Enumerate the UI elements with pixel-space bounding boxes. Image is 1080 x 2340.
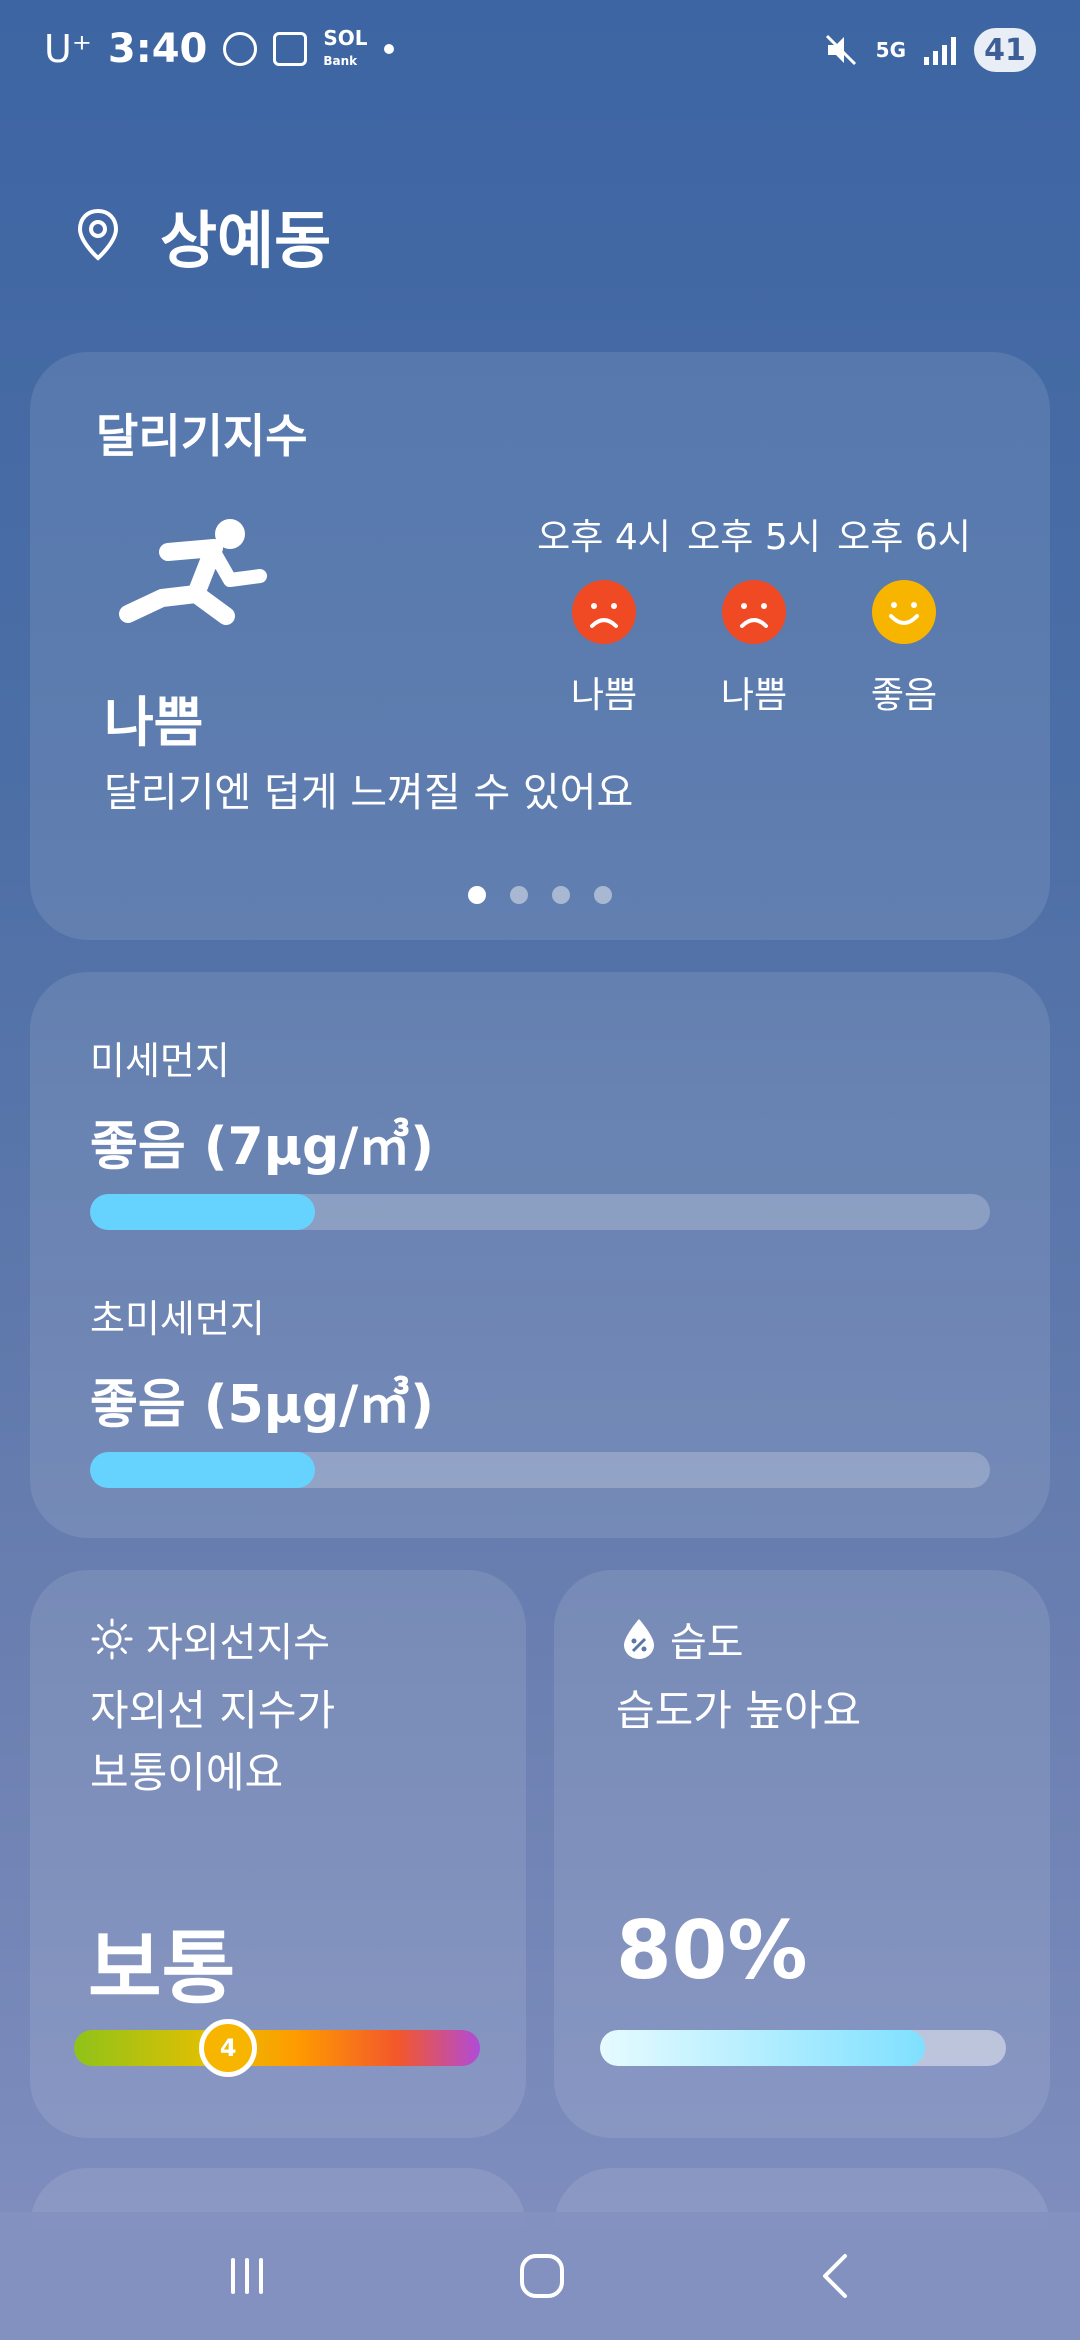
forecast-time: 오후 4시 bbox=[537, 517, 671, 558]
running-index-title: 달리기지수 bbox=[96, 409, 308, 463]
network-type-label: 5G bbox=[875, 38, 906, 62]
pm25-value: 좋음 (5µg/㎥) bbox=[90, 1375, 434, 1435]
home-icon[interactable] bbox=[518, 2252, 566, 2300]
pm10-bar-fill bbox=[90, 1194, 315, 1230]
water-drop-icon bbox=[624, 1619, 654, 1659]
forecast-hour: 오후 5시 나쁨 bbox=[674, 508, 834, 718]
humidity-bar bbox=[600, 2030, 1006, 2066]
uv-value: 보통 bbox=[88, 1922, 236, 2015]
forecast-label: 좋음 bbox=[870, 675, 938, 716]
page-dot[interactable] bbox=[510, 886, 528, 904]
forecast-label: 나쁨 bbox=[720, 675, 788, 716]
page-indicator[interactable] bbox=[468, 886, 612, 904]
location-header[interactable]: 상예동 bbox=[76, 190, 331, 280]
humidity-title: 습도 bbox=[620, 1610, 744, 1668]
pm25-label: 초미세먼지 bbox=[90, 1297, 265, 1341]
clock: 3:40 bbox=[107, 26, 208, 72]
humidity-description: 습도가 높아요 bbox=[616, 1686, 862, 1735]
pm10-bar bbox=[90, 1194, 990, 1230]
uv-scale-bar: 4 bbox=[74, 2019, 480, 2077]
bank-app-icon: SOL Bank bbox=[323, 25, 368, 68]
battery-indicator: 41 bbox=[974, 28, 1036, 72]
location-pin-icon bbox=[77, 208, 119, 261]
forecast-label: 나쁨 bbox=[570, 675, 638, 716]
running-description: 달리기엔 덥게 느껴질 수 있어요 bbox=[104, 770, 634, 816]
pm25-bar-fill bbox=[90, 1452, 315, 1488]
sad-face-icon bbox=[572, 580, 636, 644]
happy-face-icon bbox=[872, 580, 936, 644]
screenshot-icon bbox=[273, 32, 308, 66]
back-icon[interactable] bbox=[815, 2252, 855, 2300]
sun-icon bbox=[91, 1618, 133, 1660]
uv-description: 자외선 지수가 보통이에요 bbox=[90, 1686, 336, 1797]
uv-title: 자외선지수 bbox=[90, 1610, 330, 1668]
location-name: 상예동 bbox=[160, 204, 332, 277]
humidity-title-label: 습도 bbox=[670, 1620, 744, 1666]
pm10-value: 좋음 (7µg/㎥) bbox=[90, 1117, 434, 1177]
uv-title-label: 자외선지수 bbox=[146, 1620, 330, 1666]
signal-icon bbox=[924, 35, 956, 65]
forecast-time: 오후 5시 bbox=[687, 517, 821, 558]
moon-icon bbox=[223, 32, 258, 66]
forecast-hour: 오후 6시 좋음 bbox=[824, 508, 984, 718]
page-dot[interactable] bbox=[594, 886, 612, 904]
humidity-bar-fill bbox=[600, 2030, 925, 2066]
running-person-icon bbox=[119, 519, 267, 625]
sad-face-icon bbox=[722, 580, 786, 644]
uv-index-marker: 4 bbox=[199, 2019, 258, 2077]
carrier-label: U⁺ bbox=[44, 27, 92, 71]
recent-apps-icon[interactable] bbox=[225, 2254, 269, 2298]
pm25-bar bbox=[90, 1452, 990, 1488]
page-dot[interactable] bbox=[552, 886, 570, 904]
navigation-bar bbox=[0, 2212, 1080, 2340]
page-dot-active[interactable] bbox=[468, 886, 486, 904]
mute-icon bbox=[825, 34, 856, 66]
status-bar: U⁺ 3:40 SOL Bank 5G 41 bbox=[0, 0, 1080, 100]
notification-dot-icon bbox=[383, 44, 394, 54]
pm10-label: 미세먼지 bbox=[90, 1039, 230, 1083]
forecast-hour: 오후 4시 나쁨 bbox=[524, 508, 684, 718]
forecast-time: 오후 6시 bbox=[837, 517, 971, 558]
humidity-value: 80% bbox=[616, 1904, 808, 1997]
running-status: 나쁨 bbox=[104, 691, 204, 754]
